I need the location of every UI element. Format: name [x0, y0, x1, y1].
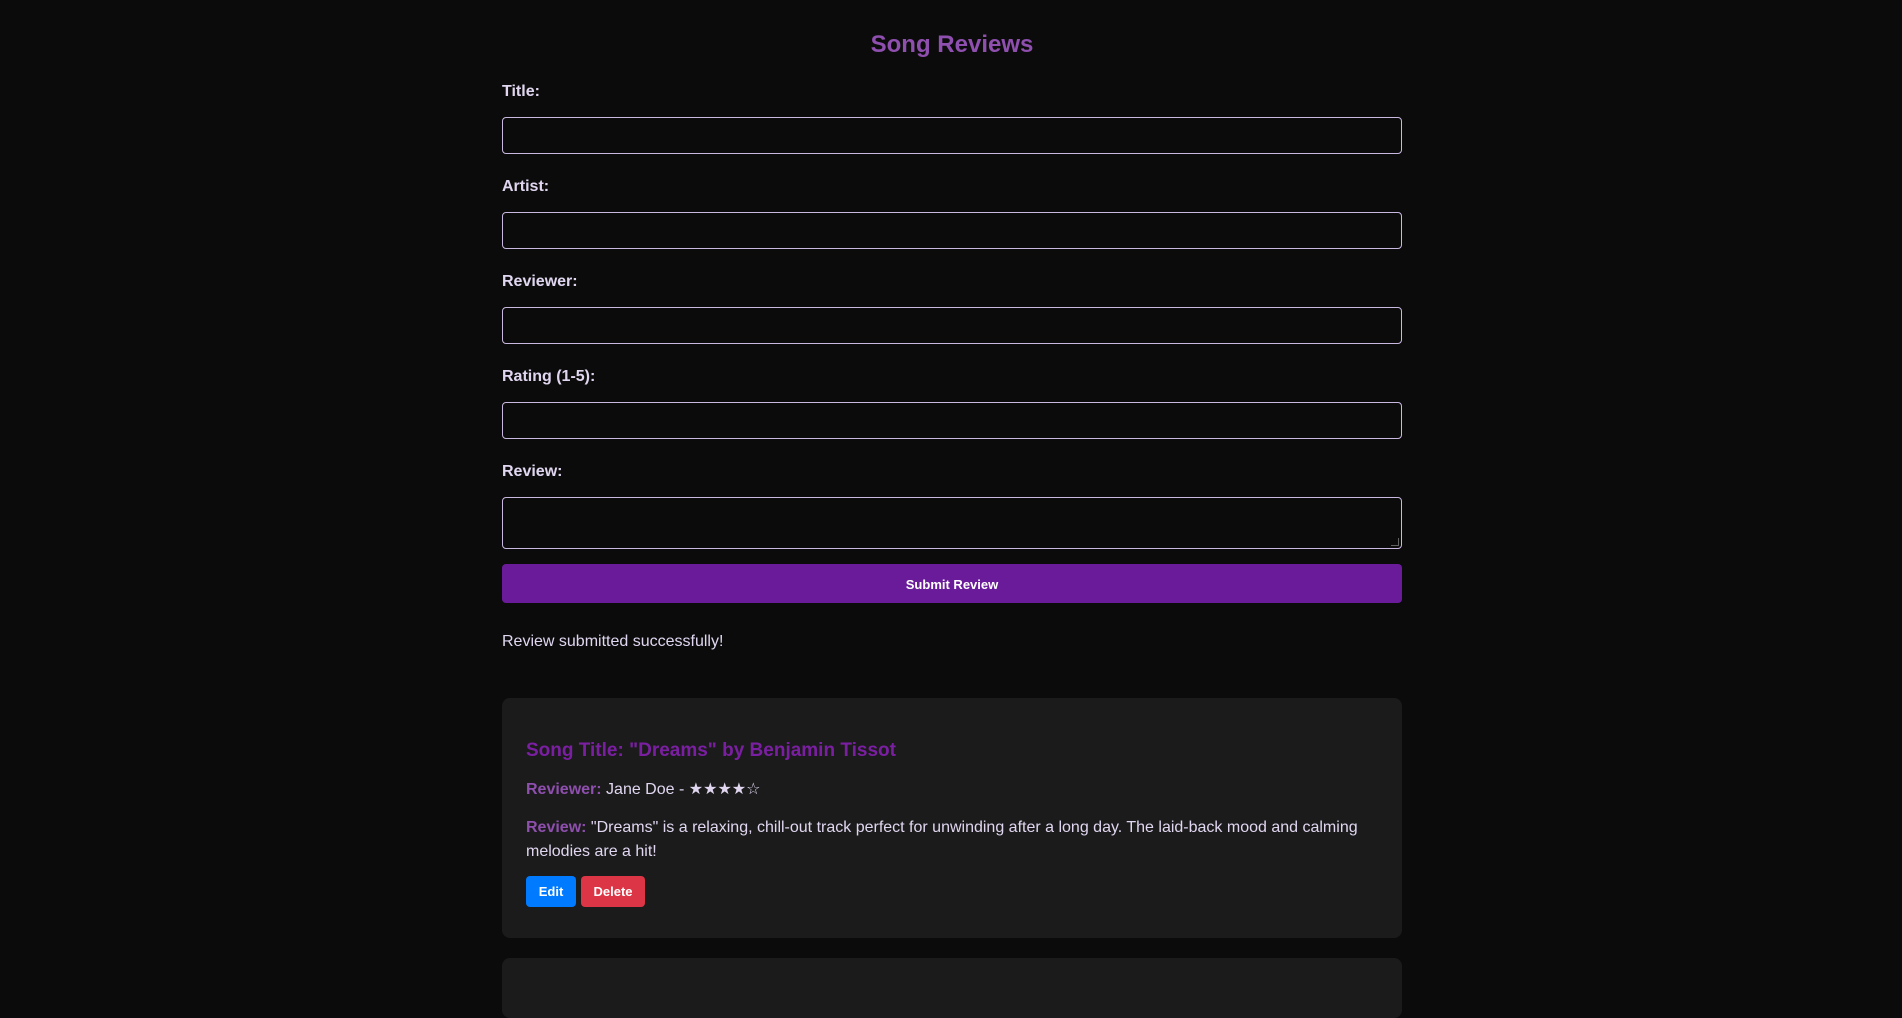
review-card: [502, 958, 1402, 1018]
status-message: Review submitted successfully!: [502, 633, 724, 650]
review-textarea[interactable]: [502, 497, 1402, 549]
page-title: Song Reviews: [870, 31, 1034, 58]
rating-label: Rating (1-5):: [502, 368, 596, 385]
review-label: Review:: [502, 463, 563, 480]
reviewer-label: Reviewer:: [502, 273, 578, 290]
review-text: "Dreams" is a relaxing, chill-out track …: [526, 819, 1358, 860]
review-card: Song Title: "Dreams" by Benjamin Tissot …: [502, 698, 1402, 938]
title-label: Title:: [502, 83, 540, 100]
rating-input[interactable]: [502, 402, 1402, 439]
review-text-line: Review: "Dreams" is a relaxing, chill-ou…: [526, 816, 1378, 864]
review-form: Title: Artist: Reviewer: Rating (1-5): R…: [502, 82, 1402, 603]
delete-button[interactable]: Delete: [581, 876, 645, 907]
review-actions: Edit Delete: [526, 876, 1378, 907]
title-input[interactable]: [502, 117, 1402, 154]
app-container: Song Reviews Title: Artist: Reviewer: Ra…: [502, 0, 1402, 1018]
reviewer-input[interactable]: [502, 307, 1402, 344]
song-title: Song Title: "Dreams" by Benjamin Tissot: [526, 740, 896, 761]
submit-review-button[interactable]: Submit Review: [502, 564, 1402, 603]
reviewer-value: Jane Doe - ★★★★☆: [601, 781, 761, 798]
artist-input[interactable]: [502, 212, 1402, 249]
artist-label: Artist:: [502, 178, 550, 195]
edit-button[interactable]: Edit: [526, 876, 576, 907]
review-key: Review:: [526, 819, 587, 836]
reviewer-key: Reviewer:: [526, 781, 602, 798]
reviewer-line: Reviewer: Jane Doe - ★★★★☆: [526, 778, 1378, 802]
resize-grip-icon[interactable]: [1391, 538, 1399, 546]
